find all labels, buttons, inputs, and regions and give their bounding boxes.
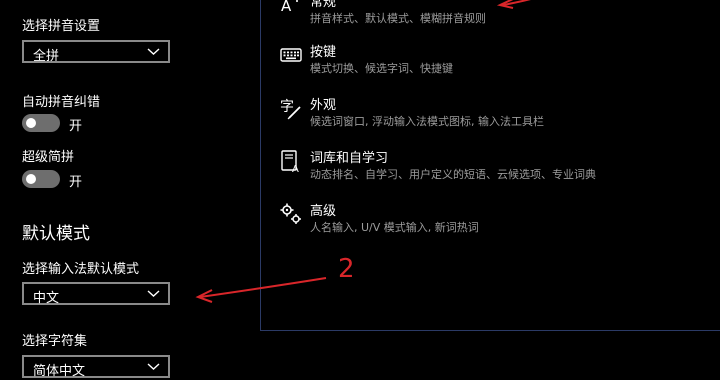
annotation-layer: 2 <box>195 0 531 303</box>
annotation-marker-2: 2 <box>338 254 355 284</box>
annotation-arrow-2 <box>195 277 327 303</box>
annotation-arrow-1 <box>496 0 531 9</box>
ime-settings-screen: 选择拼音设置 全拼 自动拼音纠错 开 超级简拼 开 默认模式 选择输入法默认模式… <box>0 0 720 380</box>
